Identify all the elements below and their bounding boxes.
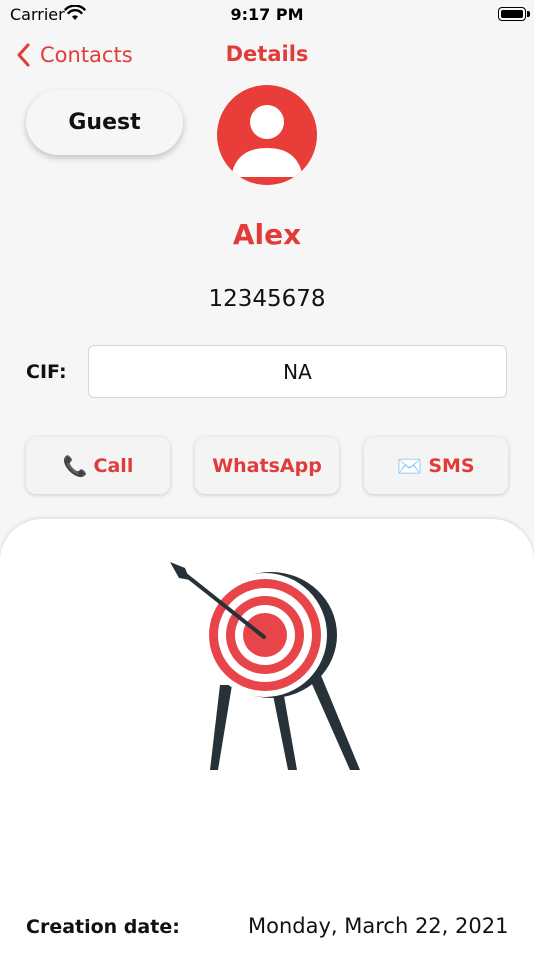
creation-date-label: Creation date: [26, 916, 180, 938]
contact-phone: 12345678 [208, 286, 326, 312]
call-button[interactable]: 📞 Call [26, 437, 170, 494]
status-bar: Carrier 9:17 PM [0, 0, 534, 30]
whatsapp-label: WhatsApp [212, 454, 322, 477]
cif-label: CIF: [26, 361, 67, 383]
sms-label: SMS [428, 454, 475, 477]
person-icon [231, 105, 303, 177]
call-label: Call [93, 454, 134, 477]
phone-icon: 📞 [62, 453, 88, 478]
contact-name: Alex [232, 218, 302, 251]
avatar [217, 85, 317, 185]
status-time: 9:17 PM [230, 5, 304, 24]
battery-icon [498, 7, 530, 21]
sms-button[interactable]: ✉️ SMS [364, 437, 508, 494]
guest-button[interactable]: Guest [26, 90, 183, 155]
whatsapp-button[interactable]: WhatsApp [195, 437, 339, 494]
envelope-icon: ✉️ [397, 453, 423, 478]
target-arrow-icon [170, 562, 360, 770]
cif-field[interactable]: NA [88, 345, 507, 398]
page-title: Details [225, 42, 309, 66]
creation-date-value: Monday, March 22, 2021 [248, 914, 509, 938]
